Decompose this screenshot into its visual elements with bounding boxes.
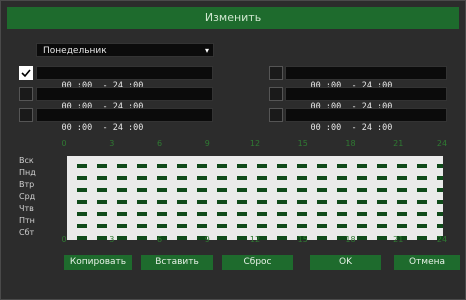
period2-time[interactable]: 00 :00 - 24 :00: [36, 87, 213, 112]
day-label: Пнд: [19, 168, 36, 177]
period6-checkbox[interactable]: [269, 108, 283, 122]
hour-axis-top: 0 3 6 9 12 15 18 21 24: [61, 139, 448, 151]
period6-to: 24 :00: [361, 123, 393, 133]
period1-time[interactable]: 00 :00 - 24 :00: [36, 66, 213, 91]
period3-from: 00 :00: [61, 123, 93, 133]
period5-time[interactable]: 00 :00 - 24 :00: [285, 87, 447, 112]
period6-time[interactable]: 00 :00 - 24 :00: [285, 108, 447, 133]
hour-axis-bottom: 0 3 6 9 12 15 18 21 24: [61, 235, 448, 247]
hour-label: 24: [436, 235, 448, 244]
hour-label: 12: [249, 139, 261, 148]
period1-checkbox[interactable]: [19, 66, 33, 80]
hour-label: 0: [61, 235, 67, 244]
reset-button[interactable]: Сброс: [222, 255, 293, 270]
period3-checkbox[interactable]: [19, 108, 33, 122]
ok-button[interactable]: OK: [310, 255, 381, 270]
period3-time[interactable]: 00 :00 - 24 :00: [36, 108, 213, 133]
day-label: Птн: [19, 216, 35, 225]
hour-label: 0: [61, 139, 67, 148]
day-label: Втр: [19, 180, 35, 189]
hour-label: 21: [393, 235, 404, 244]
period6-from: 00 :00: [310, 123, 342, 133]
paste-button[interactable]: Вставить: [141, 255, 213, 270]
schedule-grid[interactable]: [67, 154, 443, 244]
period3-to: 24 :00: [112, 123, 144, 133]
schedule-grid-dividers: [67, 164, 443, 240]
copy-button[interactable]: Копировать: [64, 255, 132, 270]
caret-down-icon: ▾: [204, 46, 209, 55]
hour-label: 18: [345, 235, 356, 244]
period4-time[interactable]: 00 :00 - 24 :00: [285, 66, 447, 91]
edit-schedule-dialog: Изменить Понедельник ▾ 00 :00 - 24 :00 0…: [0, 0, 466, 300]
day-select[interactable]: Понедельник ▾: [36, 43, 214, 57]
hour-label: 21: [393, 139, 404, 148]
hour-label: 15: [297, 235, 308, 244]
cancel-button[interactable]: Отмена: [394, 255, 460, 270]
dialog-title: Изменить: [7, 7, 459, 29]
hour-label: 24: [436, 139, 448, 148]
hour-label: 3: [109, 235, 115, 244]
hour-label: 18: [345, 139, 356, 148]
day-label: Вск: [19, 156, 34, 165]
hour-label: 6: [156, 235, 163, 244]
day-label: Сбт: [19, 228, 35, 237]
time-dash: -: [351, 123, 357, 133]
check-icon: [21, 69, 31, 78]
time-dash: -: [102, 123, 108, 133]
hour-label: 6: [156, 139, 163, 148]
period5-checkbox[interactable]: [269, 87, 283, 101]
period2-checkbox[interactable]: [19, 87, 33, 101]
day-label: Срд: [19, 192, 36, 201]
hour-label: 15: [297, 139, 308, 148]
hour-label: 12: [249, 235, 261, 244]
period4-checkbox[interactable]: [269, 66, 283, 80]
day-label: Чтв: [19, 204, 34, 213]
hour-label: 9: [204, 139, 210, 148]
day-select-value: Понедельник: [43, 46, 107, 56]
hour-label: 3: [109, 139, 115, 148]
hour-label: 9: [204, 235, 210, 244]
